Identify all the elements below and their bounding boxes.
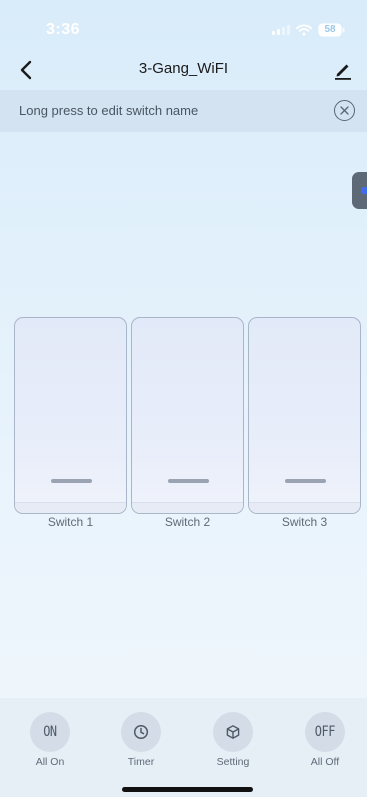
switch-1-indicator [51, 479, 92, 483]
setting-icon-wrap [213, 712, 253, 752]
battery-level: 58 [324, 24, 336, 35]
all-on-label: All On [35, 756, 65, 768]
cube-icon [226, 725, 240, 739]
status-icons: 58 [272, 22, 345, 38]
hint-banner: Long press to edit switch name [0, 90, 367, 132]
all-off-label: All Off [310, 756, 340, 768]
all-off-glyph: OFF [314, 724, 336, 740]
all-on-button[interactable]: ON All On [15, 712, 85, 772]
handle-indicator [361, 187, 367, 194]
page-title: 3-Gang_WiFI [138, 60, 229, 77]
all-off-icon: OFF [305, 712, 345, 752]
hint-close-button[interactable] [334, 100, 355, 121]
setting-label: Setting [216, 756, 250, 768]
clock-icon [133, 724, 149, 740]
bottom-toolbar: ON All On Timer Setting OFF All Off [0, 698, 367, 797]
edit-name-button[interactable] [329, 56, 357, 84]
status-time: 3:36 [46, 21, 81, 38]
side-drawer-handle[interactable] [352, 172, 367, 209]
home-indicator[interactable] [122, 787, 253, 792]
nav-bar: 3-Gang_WiFI [0, 50, 367, 90]
timer-icon-wrap [121, 712, 161, 752]
switch-1-button[interactable] [14, 317, 127, 514]
wifi-icon [296, 24, 312, 36]
battery-icon: 58 [318, 23, 345, 37]
switch-3-button[interactable] [248, 317, 361, 514]
switch-2-base [132, 502, 243, 513]
all-on-glyph: ON [43, 724, 57, 740]
switch-2-indicator [168, 479, 209, 483]
all-on-icon: ON [30, 712, 70, 752]
switch-panel: Switch 1 Switch 2 Switch 3 [14, 317, 362, 531]
switch-2-button[interactable] [131, 317, 244, 514]
timer-label: Timer [127, 756, 155, 768]
switch-3-label: Switch 3 [281, 515, 328, 529]
signal-icon [272, 25, 290, 35]
pencil-icon [335, 64, 351, 80]
switch-1-label: Switch 1 [47, 515, 94, 529]
switch-3-base [249, 502, 360, 513]
timer-button[interactable]: Timer [106, 712, 176, 772]
hint-text: Long press to edit switch name [19, 103, 199, 118]
switch-2-label: Switch 2 [164, 515, 211, 529]
close-circle-icon [340, 106, 349, 115]
status-bar: 3:36 58 [0, 0, 367, 48]
switch-3-indicator [285, 479, 326, 483]
all-off-button[interactable]: OFF All Off [290, 712, 360, 772]
switch-1-base [15, 502, 126, 513]
setting-button[interactable]: Setting [198, 712, 268, 772]
